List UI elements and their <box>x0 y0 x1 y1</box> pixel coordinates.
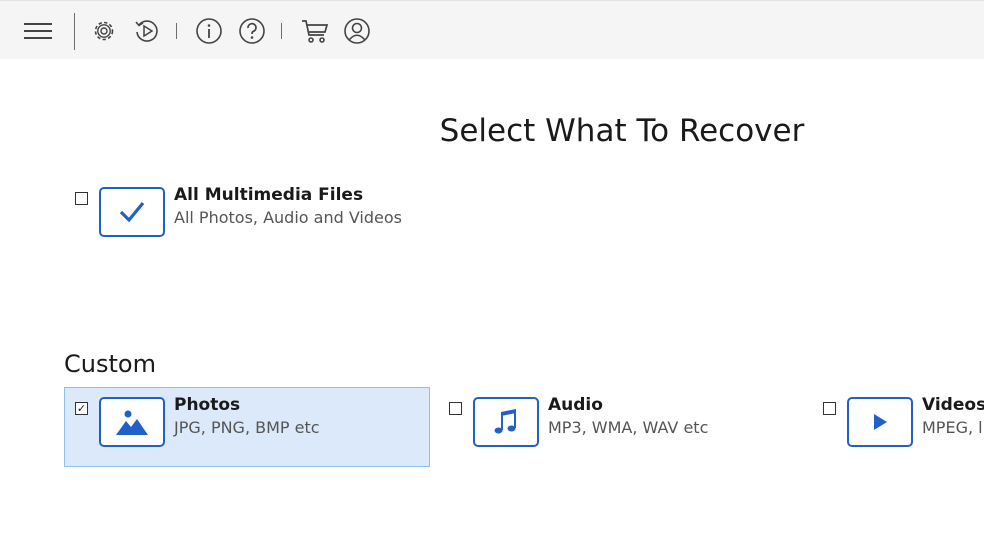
toolbar-separator <box>74 13 75 50</box>
videos-description: MPEG, l <box>922 418 983 437</box>
audio-icon-box[interactable] <box>473 397 539 447</box>
videos-checkbox[interactable] <box>823 402 836 415</box>
toolbar <box>0 0 984 59</box>
image-icon <box>116 410 148 435</box>
all-multimedia-checkbox[interactable] <box>75 192 88 205</box>
audio-description: MP3, WMA, WAV etc <box>548 418 709 437</box>
menu-icon[interactable] <box>20 17 56 45</box>
all-multimedia-description: All Photos, Audio and Videos <box>174 208 402 227</box>
gear-icon[interactable] <box>89 16 119 46</box>
photos-checkbox[interactable]: ✓ <box>75 402 88 415</box>
photos-label: Photos <box>174 395 241 415</box>
account-icon[interactable] <box>342 16 372 46</box>
info-icon[interactable] <box>194 16 224 46</box>
history-icon[interactable] <box>132 16 162 46</box>
checkmark-icon <box>119 201 145 223</box>
toolbar-separator <box>281 23 282 39</box>
all-multimedia-icon-box[interactable] <box>99 187 165 237</box>
toolbar-separator <box>176 23 177 39</box>
photos-icon-box[interactable] <box>99 397 165 447</box>
audio-label: Audio <box>548 395 603 415</box>
audio-checkbox[interactable] <box>449 402 462 415</box>
help-icon[interactable] <box>237 16 267 46</box>
videos-icon-box[interactable] <box>847 397 913 447</box>
photos-description: JPG, PNG, BMP etc <box>174 418 320 437</box>
play-icon <box>874 414 887 430</box>
cart-icon[interactable] <box>299 16 331 46</box>
music-note-icon <box>494 409 516 434</box>
page-title: Select What To Recover <box>439 113 805 149</box>
all-multimedia-label: All Multimedia Files <box>174 185 364 205</box>
custom-heading: Custom <box>64 350 156 378</box>
videos-label: Videos <box>922 395 984 415</box>
